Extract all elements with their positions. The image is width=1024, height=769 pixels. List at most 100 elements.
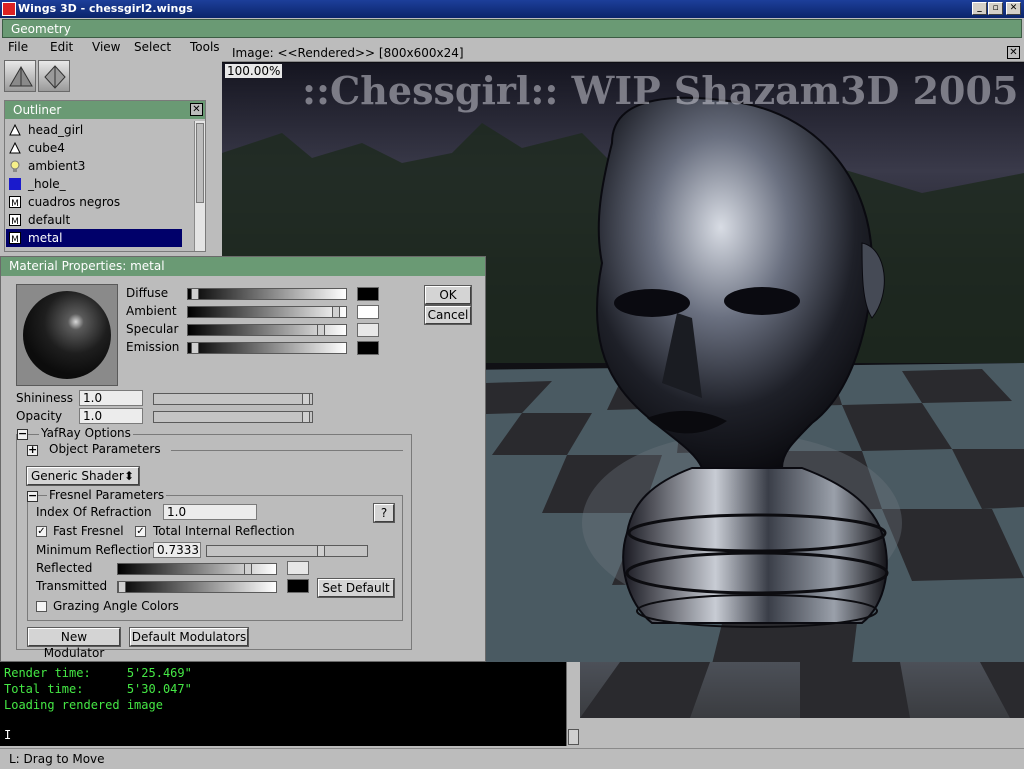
outliner-title-text: Outliner [13,103,62,117]
opacity-field[interactable]: 1.0 [79,408,143,424]
outliner-title[interactable]: Outliner [5,101,205,119]
menu-edit[interactable]: Edit [50,40,73,54]
min-reflection-slider[interactable] [206,545,368,557]
shininess-slider[interactable] [153,393,313,405]
menu-tools[interactable]: Tools [190,40,220,54]
specular-label: Specular [126,322,179,336]
list-item[interactable]: M cuadros negros [6,193,182,211]
checker-floor [580,662,1024,718]
help-button[interactable]: ? [374,504,394,522]
reflected-color-swatch[interactable] [287,561,309,575]
blue-square-icon [9,178,21,190]
ambient-color-swatch[interactable] [357,305,379,319]
toolbar [0,58,222,94]
menu-bar: File Edit View Select Tools [0,38,224,58]
image-window-title[interactable]: Image: <<Rendered>> [800x600x24] [222,44,1024,62]
vertex-mode-button[interactable] [4,60,36,92]
list-item-label: head_girl [28,123,84,137]
fast-fresnel-checkbox[interactable]: ✓ [36,526,47,537]
transmitted-color-swatch[interactable] [287,579,309,593]
transmitted-slider[interactable] [117,581,277,593]
outliner-list: head_girl cube4 ambient3 _hole_ M cuadro… [6,121,194,251]
menu-file[interactable]: File [8,40,28,54]
collapse-fresnel-toggle[interactable]: − [27,490,38,502]
geometry-title[interactable]: Geometry [2,19,1022,38]
material-dialog-title[interactable]: Material Properties: metal [1,257,485,276]
shader-select[interactable]: Generic Shader ⬍ [27,467,139,485]
restore-icon[interactable]: ▫ [988,2,1003,15]
slider-knob[interactable] [317,545,325,557]
material-dialog: Material Properties: metal Diffuse Ambie… [0,256,486,662]
list-item[interactable]: ambient3 [6,157,182,175]
expand-object-params-toggle[interactable]: + [27,444,38,456]
ok-button[interactable]: OK [425,286,471,304]
grazing-checkbox[interactable] [36,601,47,612]
shininess-label: Shininess [16,391,73,405]
menu-view[interactable]: View [92,40,120,54]
svg-text:M: M [11,235,19,244]
console-line: Total time: 5'30.047" [4,682,192,696]
slider-knob[interactable] [302,411,310,423]
specular-color-swatch[interactable] [357,323,379,337]
ambient-slider[interactable] [187,306,347,318]
list-item-label: ambient3 [28,159,86,173]
outliner-scrollbar[interactable] [194,121,205,251]
wings-app-icon [2,2,16,16]
console[interactable]: Render time: 5'25.469" Total time: 5'30.… [0,662,566,746]
list-item[interactable]: _hole_ [6,175,182,193]
material-icon: M [9,196,21,208]
slider-knob[interactable] [302,393,310,405]
reflected-slider[interactable] [117,563,277,575]
material-icon: M [9,214,21,226]
list-item[interactable]: head_girl [6,121,182,139]
cancel-button[interactable]: Cancel [425,306,471,324]
app-title: Wings 3D - chessgirl2.wings [18,2,193,15]
divider [171,450,403,451]
scroll-down-arrow[interactable] [568,729,579,745]
console-line: Render time: 5'25.469" [4,666,192,680]
scroll-thumb[interactable] [196,123,204,203]
slider-knob[interactable] [118,581,126,593]
slider-knob[interactable] [244,563,252,575]
face-mode-button[interactable] [38,60,70,92]
emission-color-swatch[interactable] [357,341,379,355]
slider-knob[interactable] [332,306,340,318]
console-scrollbar[interactable] [566,662,580,746]
diffuse-color-swatch[interactable] [357,287,379,301]
ior-label: Index Of Refraction [36,505,152,519]
diffuse-slider[interactable] [187,288,347,300]
material-title-text: Material Properties: metal [9,259,165,273]
default-modulators-button[interactable]: Default Modulators [130,628,248,646]
ambient-label: Ambient [126,304,177,318]
collapse-yafray-toggle[interactable]: − [17,428,28,440]
close-icon[interactable]: ✕ [1007,46,1020,59]
fresnel-heading: Fresnel Parameters [47,488,167,502]
outliner-panel: Outliner ✕ head_girl cube4 ambient3 _hol… [4,100,206,252]
console-line: Loading rendered image [4,698,163,712]
specular-slider[interactable] [187,324,347,336]
slider-knob[interactable] [191,288,199,300]
shininess-field[interactable]: 1.0 [79,390,143,406]
list-item-label: metal [28,231,63,245]
ior-field[interactable]: 1.0 [163,504,257,520]
list-item[interactable]: M metal [6,229,182,247]
close-icon[interactable]: ✕ [1006,2,1021,15]
list-item[interactable]: M default [6,211,182,229]
slider-knob[interactable] [191,342,199,354]
viewport-preview[interactable] [580,662,1024,718]
render-watermark: ::Chessgirl:: WIP Shazam3D 2005 [302,68,1019,113]
min-reflection-field[interactable]: 0.7333 [153,542,201,558]
set-default-button[interactable]: Set Default [318,579,394,597]
menu-select[interactable]: Select [134,40,171,54]
material-preview [16,284,118,386]
emission-slider[interactable] [187,342,347,354]
tir-label: Total Internal Reflection [153,524,295,538]
app-title-bar[interactable]: Wings 3D - chessgirl2.wings _ ▫ ✕ [0,0,1024,18]
tir-checkbox[interactable]: ✓ [135,526,146,537]
minimize-icon[interactable]: _ [972,2,987,15]
close-icon[interactable]: ✕ [190,103,203,116]
opacity-slider[interactable] [153,411,313,423]
new-modulator-button[interactable]: New Modulator [28,628,120,660]
list-item[interactable]: cube4 [6,139,182,157]
slider-knob[interactable] [317,324,325,336]
